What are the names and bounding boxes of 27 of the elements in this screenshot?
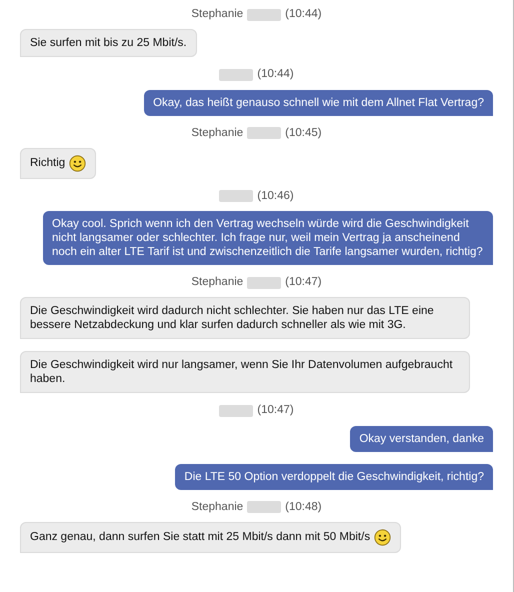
redaction-block — [247, 8, 282, 21]
sender-name: Stephanie — [191, 500, 244, 514]
redaction-block — [247, 127, 282, 140]
sender-name: Stephanie — [191, 7, 244, 22]
message-text: Die Geschwindigkeit wird dadurch nicht schlechter. Sie haben nur das LTE eine bessere Netzabdeckung und klar surfen dadurch schneller als wie mit 3G. — [30, 304, 435, 332]
message-text: Okay verstanden, danke — [359, 432, 484, 446]
message-text: Die Geschwindigkeit wird nur langsamer, wenn Sie Ihr Datenvolumen aufgebraucht haben. — [30, 358, 454, 386]
redaction-block — [219, 190, 254, 202]
message-text: Ganz genau, dann surfen Sie statt mit 25 Mbit/s dann mit 50 Mbit/s — [30, 530, 370, 544]
message-time: (10:47) — [257, 403, 294, 418]
message-text: Okay, das heißt genauso schnell wie mit dem Allnet Flat Vertrag? — [153, 96, 484, 110]
redaction-block — [219, 68, 254, 81]
message-text: Okay cool. Sprich wenn ich den Vertrag wechseln würde wird die Geschwindigkeit nicht langsamer oder schlechter. Ich frage nur, weil mein Vertrag ja anscheinend noch ein alter LTE Tarif ist und zwischenzeitlich die Tarife langsamer wurden, richtig? — [52, 217, 484, 259]
message-text: Die LTE 50 Option verdoppelt die Geschwindigkeit, richtig? — [184, 470, 484, 484]
sender-name: Stephanie — [191, 275, 244, 290]
message-text: Sie surfen mit bis zu 25 Mbit/s. — [30, 36, 187, 50]
message-time: (10:45) — [285, 126, 322, 140]
message-time: (10:44) — [285, 7, 322, 22]
redaction-block — [247, 501, 282, 514]
message-time: (10:48) — [285, 500, 322, 514]
message-time: (10:44) — [257, 67, 294, 82]
sender-name: Stephanie — [191, 126, 244, 140]
message-time: (10:46) — [257, 188, 294, 204]
message-time: (10:47) — [285, 275, 322, 290]
redaction-block — [247, 276, 282, 289]
redaction-block — [219, 404, 254, 417]
message-text: Richtig — [30, 156, 66, 170]
